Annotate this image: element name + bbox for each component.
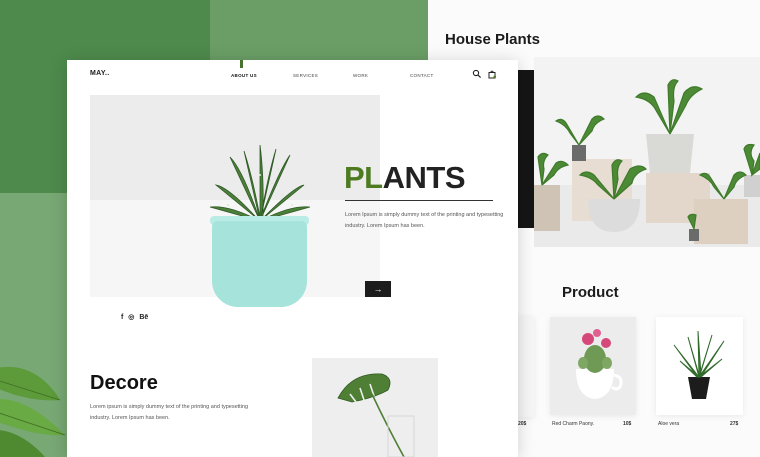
house-plants-title: House Plants xyxy=(445,31,541,48)
hero-title: PLANTS xyxy=(344,160,466,196)
product-name-aloe-vera[interactable]: Aloe vera xyxy=(658,421,679,427)
product-card-aloe-vera[interactable] xyxy=(656,317,743,415)
card-top-accent xyxy=(240,60,243,68)
product-price-red-charm-paony: 10$ xyxy=(623,421,632,427)
top-navigation: MAY.. ABOUT US SERVICES WORK CONTACT xyxy=(67,60,518,90)
product-card-red-charm-paony[interactable] xyxy=(550,317,636,415)
monstera-illustration xyxy=(312,358,438,457)
product-price-1: 20$ xyxy=(518,421,527,427)
nav-work[interactable]: WORK xyxy=(353,73,368,78)
hero-title-highlight: PL xyxy=(344,160,383,195)
dribbble-icon[interactable]: ◎ xyxy=(128,314,134,321)
hero-title-underline xyxy=(345,200,493,201)
search-icon[interactable] xyxy=(472,69,482,79)
behance-icon[interactable]: Bē xyxy=(139,314,148,321)
cactus-product-image xyxy=(550,317,636,415)
decore-title: Decore xyxy=(90,372,158,394)
succulent-illustration xyxy=(209,145,311,223)
nav-contact[interactable]: CONTACT xyxy=(410,73,434,78)
next-arrow-button[interactable]: → xyxy=(365,281,391,297)
social-links: f ◎ Bē xyxy=(121,313,148,321)
decore-description: Lorem ipsum is simply dummy text of the … xyxy=(90,404,249,421)
mint-pot xyxy=(212,221,307,307)
product-name-red-charm-paony[interactable]: Red Charm Paony. xyxy=(552,421,594,427)
hero-description: Lorem Ipsum is simply dummy text of the … xyxy=(345,212,504,229)
product-title: Product xyxy=(562,284,619,301)
hero-title-rest: ANTS xyxy=(382,160,466,195)
product-price-aloe-vera: 27$ xyxy=(730,421,739,427)
decore-plant-image xyxy=(312,358,438,457)
nav-about-us[interactable]: ABOUT US xyxy=(231,73,257,78)
facebook-icon[interactable]: f xyxy=(121,314,123,321)
nav-services[interactable]: SERVICES xyxy=(293,73,318,78)
site-logo[interactable]: MAY.. xyxy=(90,70,110,77)
dark-side-strip xyxy=(518,70,534,228)
arrow-right-icon: → xyxy=(373,284,383,294)
house-plants-illustration xyxy=(534,57,760,247)
hero-plant-image: f ◎ Bē xyxy=(90,95,380,321)
house-plants-image xyxy=(534,57,760,247)
aloe-vera-product-image xyxy=(673,330,725,399)
website-mockup-card: MAY.. ABOUT US SERVICES WORK CONTACT f ◎… xyxy=(67,60,518,457)
shopping-bag-icon[interactable] xyxy=(487,69,497,79)
